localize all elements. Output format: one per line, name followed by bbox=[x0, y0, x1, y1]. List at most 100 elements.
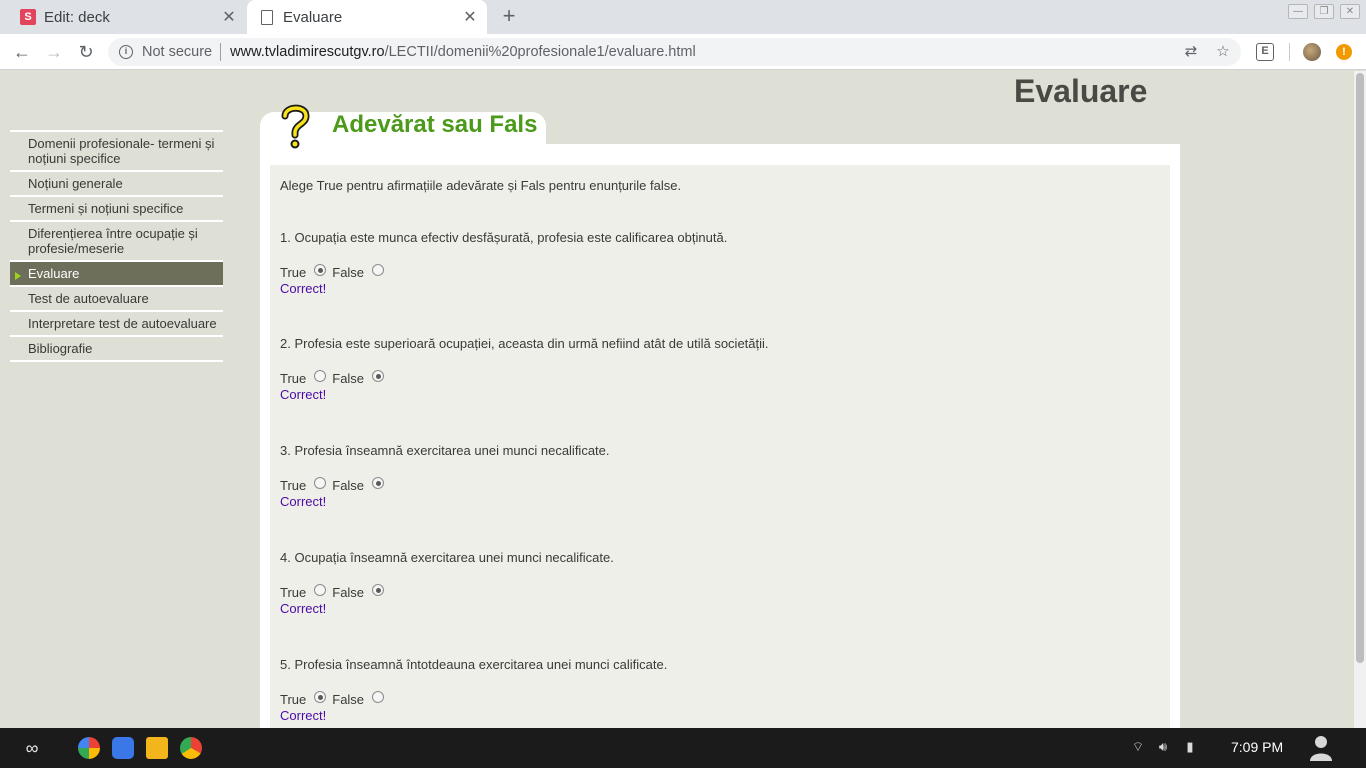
divider bbox=[1289, 43, 1290, 61]
minimize-button[interactable]: — bbox=[1288, 4, 1308, 19]
user-icon[interactable] bbox=[1310, 735, 1332, 761]
question-text: 2. Profesia este superioară ocupației, a… bbox=[280, 336, 769, 351]
true-radio[interactable] bbox=[314, 691, 327, 703]
false-label: False bbox=[332, 264, 365, 280]
os-shelf: ∞ ⌔ 🔊︎ ▮ 7:09 PM bbox=[0, 728, 1366, 768]
chrome-remote-app-icon[interactable] bbox=[112, 737, 134, 759]
info-icon[interactable]: i bbox=[119, 45, 133, 59]
tab-edit-deck[interactable]: S Edit: deck ✕ bbox=[8, 0, 246, 34]
instructions: Alege True pentru afirmațiile adevărate … bbox=[280, 178, 682, 193]
page-title: Evaluare bbox=[1014, 73, 1148, 109]
google-plus-app-icon[interactable] bbox=[78, 737, 100, 759]
sidebar-item-notiuni-generale[interactable]: Noțiuni generale bbox=[10, 170, 223, 195]
alert-icon[interactable]: ! bbox=[1336, 44, 1352, 60]
sidebar-item-label: Interpretare test de autoevaluare bbox=[28, 316, 217, 331]
question-text: 5. Profesia înseamnă întotdeauna exercit… bbox=[280, 657, 668, 672]
sidebar-item-label: Domenii profesionale- termeni și noțiuni… bbox=[28, 136, 215, 166]
clock[interactable]: 7:09 PM bbox=[1231, 739, 1283, 755]
close-icon[interactable]: ✕ bbox=[218, 7, 240, 27]
question-2: 2. Profesia este superioară ocupației, a… bbox=[280, 336, 1160, 402]
true-radio[interactable] bbox=[314, 584, 327, 596]
question-1: 1. Ocupația este munca efectiv desfășura… bbox=[280, 230, 1160, 296]
tab-strip: S Edit: deck ✕ Evaluare ✕ + — ❐ ✕ bbox=[0, 0, 1366, 34]
battery-icon[interactable]: ▮ bbox=[1182, 739, 1198, 757]
reload-icon[interactable]: ↻ bbox=[74, 40, 98, 64]
arrow-right-icon bbox=[15, 272, 21, 280]
sidebar-item-label: Termeni și noțiuni specifice bbox=[28, 201, 184, 216]
true-radio[interactable] bbox=[314, 264, 327, 276]
answer-options: True False bbox=[280, 264, 1160, 280]
sidebar-item-termeni[interactable]: Termeni și noțiuni specifice bbox=[10, 195, 223, 220]
sidebar-item-test[interactable]: Test de autoevaluare bbox=[10, 285, 223, 310]
true-label: True bbox=[280, 264, 307, 280]
result-text: Correct! bbox=[280, 281, 327, 296]
close-window-button[interactable]: ✕ bbox=[1340, 4, 1360, 19]
sidebar-item-interpretare[interactable]: Interpretare test de autoevaluare bbox=[10, 310, 223, 335]
star-icon[interactable]: ☆ bbox=[1212, 38, 1234, 66]
back-arrow-icon[interactable]: ← bbox=[10, 40, 34, 64]
answer-options: True False bbox=[280, 370, 1160, 386]
question-5: 5. Profesia înseamnă întotdeauna exercit… bbox=[280, 657, 1160, 723]
false-radio[interactable] bbox=[372, 264, 385, 276]
answer-options: True False bbox=[280, 477, 1160, 493]
question-text: 4. Ocupația înseamnă exercitarea unei mu… bbox=[280, 550, 614, 565]
quiz-panel: Alege True pentru afirmațiile adevărate … bbox=[270, 165, 1170, 728]
false-radio[interactable] bbox=[372, 370, 385, 382]
sidebar-item-bibliografie[interactable]: Bibliografie bbox=[10, 335, 223, 362]
true-radio[interactable] bbox=[314, 477, 327, 489]
extension-icon[interactable]: E bbox=[1256, 43, 1274, 61]
restore-button[interactable]: ❐ bbox=[1314, 4, 1334, 19]
url-path[interactable]: /LECTII/domenii%20profesionale1/evaluare… bbox=[385, 44, 696, 60]
new-tab-button[interactable]: + bbox=[498, 5, 520, 29]
url-host[interactable]: www.tvladimirescutgv.ro bbox=[230, 44, 384, 60]
result-text: Correct! bbox=[280, 387, 327, 402]
sidebar-item-label: Diferențierea între ocupație și profesie… bbox=[28, 226, 198, 256]
section-title: Adevărat sau Fals bbox=[332, 111, 538, 138]
question-text: 3. Profesia înseamnă exercitarea unei mu… bbox=[280, 443, 610, 458]
result-text: Correct! bbox=[280, 708, 327, 723]
s-icon: S bbox=[20, 9, 36, 25]
page-viewport: Evaluare Domenii profesionale- termeni ș… bbox=[0, 71, 1354, 728]
false-label: False bbox=[332, 691, 365, 707]
sidebar-item-domenii[interactable]: Domenii profesionale- termeni și noțiuni… bbox=[10, 130, 223, 170]
true-label: True bbox=[280, 584, 307, 600]
profile-avatar-icon[interactable] bbox=[1303, 43, 1321, 61]
sidebar-item-label: Bibliografie bbox=[28, 341, 93, 356]
browser-toolbar: ← → ↻ i Not secure www.tvladimirescutgv.… bbox=[0, 34, 1366, 70]
sidebar-item-label: Evaluare bbox=[28, 266, 80, 281]
scrollbar-thumb[interactable] bbox=[1356, 73, 1364, 663]
document-icon bbox=[259, 9, 275, 25]
wifi-icon[interactable]: ⌔ bbox=[1130, 739, 1146, 757]
close-icon[interactable]: ✕ bbox=[459, 7, 481, 27]
sidebar-item-label: Noțiuni generale bbox=[28, 176, 123, 191]
false-radio[interactable] bbox=[372, 477, 385, 489]
sidebar-item-label: Test de autoevaluare bbox=[28, 291, 149, 306]
tab-title: Edit: deck bbox=[44, 8, 110, 26]
security-label[interactable]: Not secure bbox=[142, 44, 212, 60]
sidebar-item-diferentierea[interactable]: Diferențierea între ocupație și profesie… bbox=[10, 220, 223, 260]
files-app-icon[interactable] bbox=[146, 737, 168, 759]
true-label: True bbox=[280, 691, 307, 707]
launcher-icon[interactable]: ∞ bbox=[18, 738, 46, 758]
forward-arrow-icon[interactable]: → bbox=[42, 40, 66, 64]
true-label: True bbox=[280, 477, 307, 493]
address-bar[interactable]: i Not secure www.tvladimirescutgv.ro/LEC… bbox=[108, 38, 1241, 66]
answer-options: True False bbox=[280, 584, 1160, 600]
sidebar-nav: Domenii profesionale- termeni și noțiuni… bbox=[10, 130, 223, 362]
vertical-scrollbar[interactable] bbox=[1354, 71, 1366, 728]
tab-evaluare[interactable]: Evaluare ✕ bbox=[247, 0, 487, 34]
result-text: Correct! bbox=[280, 601, 327, 616]
false-radio[interactable] bbox=[372, 691, 385, 703]
true-radio[interactable] bbox=[314, 370, 327, 382]
false-radio[interactable] bbox=[372, 584, 385, 596]
false-label: False bbox=[332, 584, 365, 600]
chrome-app-icon[interactable] bbox=[180, 737, 202, 759]
question-4: 4. Ocupația înseamnă exercitarea unei mu… bbox=[280, 550, 1160, 616]
answer-options: True False bbox=[280, 691, 1160, 707]
false-label: False bbox=[332, 477, 365, 493]
divider bbox=[220, 43, 222, 61]
translate-icon[interactable]: ⇄ bbox=[1180, 38, 1202, 66]
question-3: 3. Profesia înseamnă exercitarea unei mu… bbox=[280, 443, 1160, 509]
volume-icon[interactable]: 🔊︎ bbox=[1155, 739, 1171, 757]
sidebar-item-evaluare[interactable]: Evaluare bbox=[10, 260, 223, 285]
